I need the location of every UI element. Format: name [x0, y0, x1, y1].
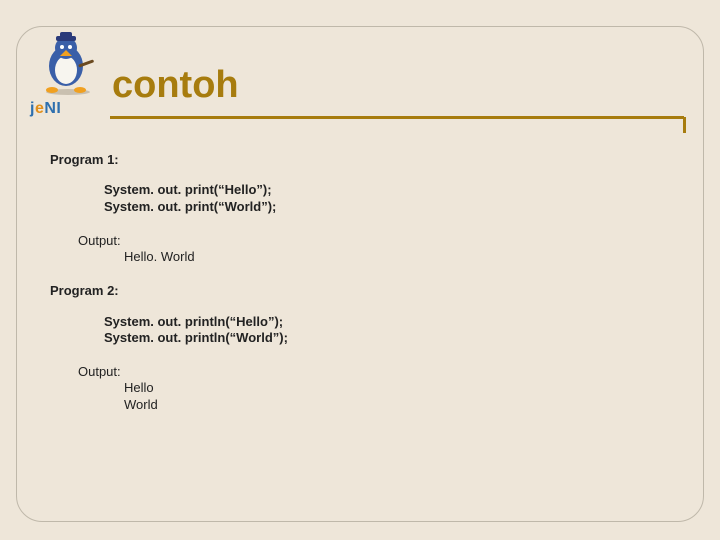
program-2-code: System. out. println(“Hello”); System. o…	[104, 314, 670, 347]
slide: jeNI contoh Program 1: System. out. prin…	[0, 0, 720, 540]
brand-wordmark: jeNI	[30, 100, 61, 118]
program-1-heading: Program 1:	[50, 152, 670, 168]
program-2-output-label: Output:	[78, 364, 670, 380]
program-2-heading: Program 2:	[50, 283, 670, 299]
slide-body: Program 1: System. out. print(“Hello”); …	[50, 150, 670, 510]
program-1-output-label: Output:	[78, 233, 670, 249]
program-1-output: Hello. World	[124, 249, 670, 265]
title-underline	[110, 116, 684, 119]
slide-title: contoh	[112, 64, 239, 107]
mascot-logo-icon	[34, 32, 98, 96]
program-1-code: System. out. print(“Hello”); System. out…	[104, 182, 670, 215]
program-2-output: Hello World	[124, 380, 670, 413]
